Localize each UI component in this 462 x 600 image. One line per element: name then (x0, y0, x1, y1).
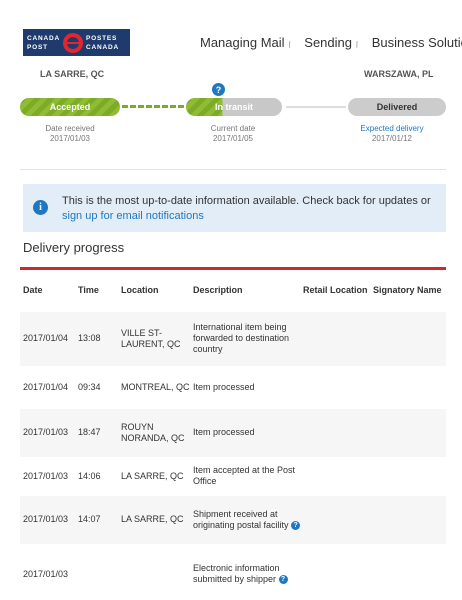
cell-signatory (373, 310, 446, 366)
cell-time: 09:34 (73, 365, 121, 408)
caption-date: 2017/01/05 (212, 134, 254, 143)
expected-delivery-link[interactable]: Expected delivery (342, 124, 442, 134)
cell-retail-location (303, 365, 373, 408)
cell-retail-location (303, 407, 373, 457)
col-time: Time (78, 285, 99, 296)
cell-signatory (373, 543, 446, 600)
cell-location: LA SARRE, QC (121, 456, 193, 495)
cell-date: 2017/01/04 (20, 310, 73, 366)
logo-mark-icon (63, 32, 83, 53)
cell-retail-location (303, 456, 373, 495)
cell-date: 2017/01/03 (20, 456, 73, 495)
col-retail-location: Retail Location (303, 285, 368, 296)
cell-date: 2017/01/03 (20, 494, 73, 544)
help-icon[interactable]: ? (212, 83, 225, 96)
table-row: 2017/01/04 13:08 VILLE ST-LAURENT, QC In… (20, 310, 446, 366)
col-date: Date (23, 285, 43, 296)
cell-location: LA SARRE, QC (121, 494, 193, 544)
chevron-down-icon: ⌈ (356, 42, 359, 49)
cell-description: Electronic information submitted by ship… (193, 543, 303, 600)
table-header-row: Date Time Location Description Retail Lo… (20, 270, 446, 311)
help-icon[interactable]: ? (291, 520, 301, 530)
caption-date: 2017/01/12 (371, 134, 413, 143)
col-description: Description (193, 285, 243, 296)
cell-location (121, 543, 193, 600)
progress-connector-done (122, 105, 184, 108)
cell-signatory (373, 494, 446, 544)
description-text: Shipment received at originating postal … (193, 508, 289, 530)
nav-label: Business Solutions (371, 35, 462, 50)
nav-business-solutions[interactable]: Business Solutions (372, 35, 462, 50)
logo-word-canada: CANADA (27, 34, 60, 42)
logo-word-post: POST (27, 43, 48, 51)
main-nav: Managing Mail⌈ Sending⌈ Business Solutio… (200, 35, 462, 50)
cell-time (73, 543, 121, 600)
cell-description: International item being forwarded to de… (193, 310, 303, 366)
stage-delivered-caption: Expected delivery 2017/01/12 (342, 124, 442, 144)
cell-description: Shipment received at originating postal … (193, 494, 303, 544)
cell-retail-location (303, 543, 373, 600)
chevron-down-icon: ⌈ (288, 42, 292, 49)
cell-date: 2017/01/03 (20, 543, 73, 600)
nav-managing-mail[interactable]: Managing Mail ⌈ (200, 35, 291, 50)
cell-location: ROUYN NORANDA, QC (121, 407, 193, 457)
nav-sending[interactable]: Sending ⌈ (304, 35, 358, 50)
cell-retail-location (303, 310, 373, 366)
cell-location: MONTREAL, QC (121, 365, 193, 408)
stage-transit-caption: Current date 2017/01/05 (183, 124, 283, 144)
stage-delivered: Delivered (348, 98, 446, 116)
cell-signatory (373, 365, 446, 408)
col-signatory-name: Signatory Name (373, 285, 442, 296)
cell-description: Item processed (193, 365, 303, 408)
logo-text-english: CANADA POST (23, 34, 63, 52)
cell-date: 2017/01/04 (20, 365, 73, 408)
caption-date: 2017/01/03 (49, 134, 91, 143)
cell-retail-location (303, 494, 373, 544)
cell-time: 13:08 (73, 310, 121, 366)
cell-time: 14:06 (73, 456, 121, 495)
cell-date: 2017/01/03 (20, 407, 73, 457)
email-notifications-link[interactable]: sign up for email notifications (62, 210, 204, 222)
nav-label: Managing Mail (200, 35, 285, 50)
info-banner: i This is the most up-to-date informatio… (23, 184, 446, 232)
cell-signatory (373, 407, 446, 457)
table-row: 2017/01/03 14:07 LA SARRE, QC Shipment r… (20, 494, 446, 544)
nav-label: Sending (304, 35, 352, 50)
logo-text-french: POSTES CANADA (83, 34, 123, 52)
cell-description: Item processed (193, 407, 303, 457)
progress-connector-pending (286, 106, 346, 108)
stage-in-transit: In transit (186, 98, 282, 116)
divider (20, 169, 446, 170)
table-row: 2017/01/03 18:47 ROUYN NORANDA, QC Item … (20, 407, 446, 457)
logo-word-canada-fr: CANADA (86, 43, 119, 51)
table-row: 2017/01/03 14:06 LA SARRE, QC Item accep… (20, 456, 446, 495)
stage-accepted: Accepted (20, 98, 120, 116)
info-icon: i (33, 200, 48, 215)
banner-text: This is the most up-to-date information … (62, 194, 436, 224)
table-row: 2017/01/04 09:34 MONTREAL, QC Item proce… (20, 365, 446, 408)
destination-city: WARSZAWA, PL (364, 69, 434, 79)
cell-time: 18:47 (73, 407, 121, 457)
caption-label: Date received (45, 124, 95, 133)
col-location: Location (121, 285, 159, 296)
cell-time: 14:07 (73, 494, 121, 544)
canada-post-logo[interactable]: CANADA POST POSTES CANADA (23, 29, 130, 56)
logo-word-postes: POSTES (86, 34, 118, 42)
origin-city: LA SARRE, QC (40, 69, 105, 79)
banner-message: This is the most up-to-date information … (62, 195, 431, 207)
help-icon[interactable]: ? (278, 575, 288, 585)
table-row: 2017/01/03 Electronic information submit… (20, 543, 446, 600)
cell-description: Item accepted at the Post Office (193, 456, 303, 495)
caption-label: Current date (210, 124, 256, 133)
section-title: Delivery progress (23, 240, 125, 255)
description-text: Electronic information submitted by ship… (193, 563, 280, 585)
site-header: CANADA POST POSTES CANADA Managing Mail ⌈… (0, 0, 462, 62)
delivery-progress-table: Date Time Location Description Retail Lo… (20, 270, 446, 600)
stage-accepted-caption: Date received 2017/01/03 (20, 124, 120, 144)
cell-signatory (373, 456, 446, 495)
cell-location: VILLE ST-LAURENT, QC (121, 310, 193, 366)
